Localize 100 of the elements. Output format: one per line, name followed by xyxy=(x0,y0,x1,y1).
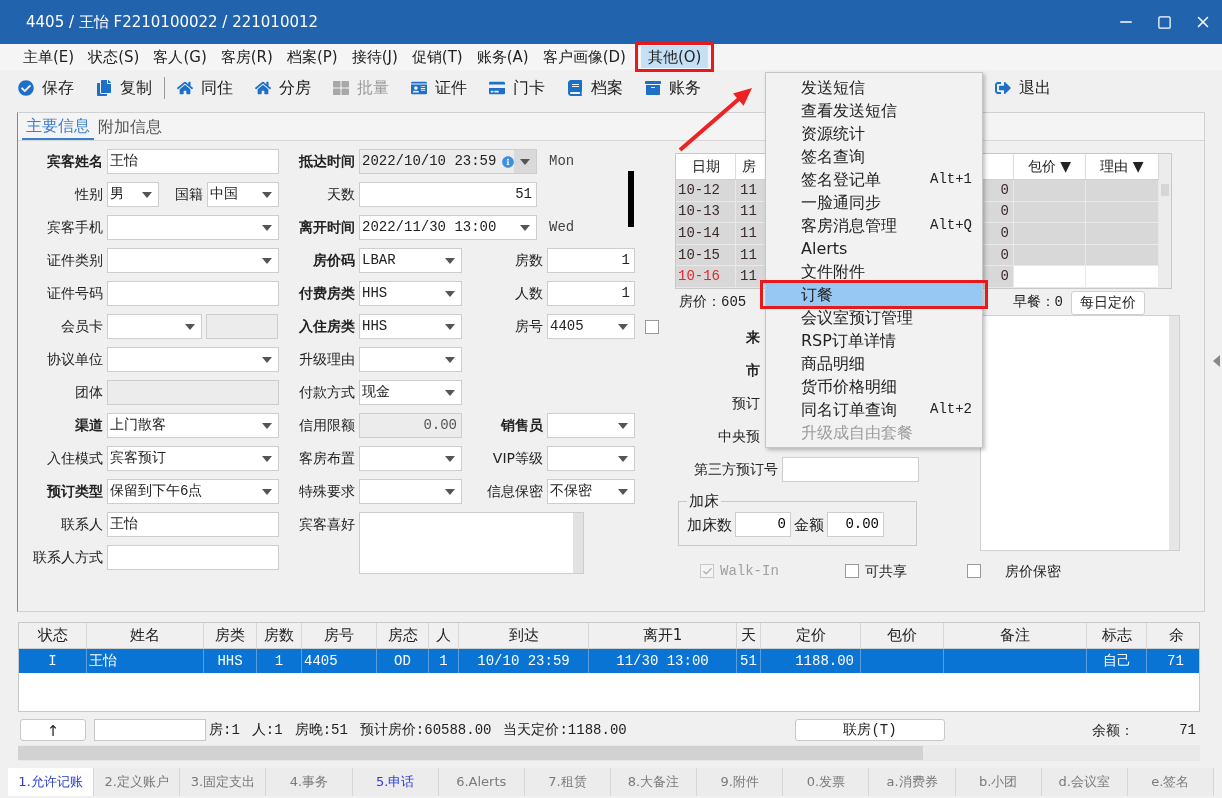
dropdown-field[interactable]: 保留到下午6点 xyxy=(107,479,279,504)
menu-item[interactable]: 客人(G) xyxy=(146,46,214,68)
column-header[interactable]: 姓名 xyxy=(87,623,204,648)
dropdown-field[interactable] xyxy=(359,347,462,372)
dropdown-field[interactable]: HHS xyxy=(359,314,462,339)
dropdown-field[interactable]: 现金 xyxy=(359,380,462,405)
toolbar-button[interactable]: 证件 xyxy=(411,76,467,100)
scrollbar[interactable] xyxy=(1159,154,1171,288)
tab[interactable]: 6.Alerts xyxy=(438,768,525,796)
input-field[interactable]: 1 xyxy=(547,281,635,306)
input-field[interactable]: 王怡 xyxy=(107,512,279,537)
dropdown-field[interactable] xyxy=(107,347,279,372)
menu-item[interactable]: RSP订单详情 xyxy=(766,329,982,352)
input-field[interactable] xyxy=(782,456,919,482)
input-field[interactable] xyxy=(107,545,279,570)
tab[interactable]: 主要信息 xyxy=(22,114,94,140)
checkbox[interactable] xyxy=(645,319,659,334)
menu-item[interactable]: 发送短信 xyxy=(766,76,982,99)
column-header[interactable]: 房态 xyxy=(377,623,429,648)
tab[interactable]: 0.发票 xyxy=(783,768,870,796)
menu-item[interactable]: 商品明细 xyxy=(766,352,982,375)
tab[interactable]: 8.大备注 xyxy=(611,768,698,796)
toolbar-button[interactable]: 门卡 xyxy=(489,76,545,100)
column-header[interactable]: 定价 xyxy=(761,623,861,648)
table-row[interactable]: I 王怡 HHS 1 4405 OD 1 10/10 23:59 11/30 13:00 51 1188.00 自己 71 xyxy=(19,649,1199,673)
tab[interactable]: 5.申话 xyxy=(352,768,439,796)
column-header[interactable]: 房类 xyxy=(204,623,257,648)
dropdown-field[interactable] xyxy=(107,314,202,339)
menu-item[interactable]: 档案(P) xyxy=(279,46,345,68)
column-header[interactable]: 房号 xyxy=(302,623,377,648)
tab[interactable]: 3.固定支出 xyxy=(180,768,267,796)
dropdown-field[interactable]: 4405 xyxy=(547,314,635,339)
menu-item[interactable]: 促销(T) xyxy=(404,46,470,68)
dropdown-field[interactable]: 男 xyxy=(107,182,159,207)
collapse-arrow-icon[interactable] xyxy=(1213,355,1220,367)
tab[interactable]: 9.附件 xyxy=(697,768,784,796)
toolbar-button[interactable]: 退出 xyxy=(995,76,1051,100)
toolbar-button[interactable]: 档案 xyxy=(567,76,623,100)
tab[interactable]: 4.事务 xyxy=(266,768,353,796)
toolbar-button[interactable]: 分房 xyxy=(255,76,311,100)
column-header[interactable]: 标志 xyxy=(1087,623,1147,648)
menu-item[interactable]: 接待(J) xyxy=(344,46,405,68)
tab[interactable]: 附加信息 xyxy=(94,114,166,140)
dropdown-field[interactable]: HHS xyxy=(359,281,462,306)
input-field[interactable]: 1 xyxy=(547,248,635,273)
input-field[interactable]: 51 xyxy=(359,182,537,207)
input-field[interactable]: 0.00 xyxy=(827,512,884,538)
menu-item[interactable]: 资源统计 xyxy=(766,122,982,145)
column-header[interactable]: 日期 xyxy=(676,154,736,179)
tab[interactable]: a.消费券 xyxy=(869,768,956,796)
dropdown-field[interactable]: 上门散客 xyxy=(107,413,279,438)
column-header[interactable]: 余 xyxy=(1147,623,1199,648)
input-field[interactable] xyxy=(107,281,279,306)
column-header[interactable]: 人 xyxy=(429,623,459,648)
menu-item[interactable]: 货币价格明细 xyxy=(766,375,982,398)
toolbar-button[interactable]: 同住 xyxy=(177,76,233,100)
dropdown-field[interactable] xyxy=(547,413,635,438)
tab[interactable]: 1.允许记账 xyxy=(8,768,95,796)
dropdown-field[interactable] xyxy=(547,446,635,471)
dropdown-field[interactable] xyxy=(359,479,462,504)
menu-item[interactable]: 客房(R) xyxy=(213,46,280,68)
maximize-icon[interactable] xyxy=(1157,14,1172,30)
tab[interactable]: 7.租赁 xyxy=(524,768,611,796)
menu-item[interactable]: 其他(O) xyxy=(640,46,709,68)
daily-rate-button[interactable]: 每日定价 xyxy=(1071,290,1145,315)
dropdown-field[interactable]: 不保密 xyxy=(547,479,635,504)
scrollbar[interactable] xyxy=(18,745,1200,761)
menu-item[interactable]: 查看发送短信 xyxy=(766,99,982,122)
tab[interactable]: 2.定义账户 xyxy=(94,768,181,796)
menu-item[interactable]: 客户画像(D) xyxy=(535,46,633,68)
column-header[interactable]: 到达 xyxy=(459,623,589,648)
checkbox[interactable] xyxy=(967,564,981,579)
tab[interactable]: d.会议室 xyxy=(1041,768,1128,796)
column-header[interactable]: 离开1 xyxy=(589,623,737,648)
text-area[interactable] xyxy=(980,314,1180,551)
menu-item[interactable]: 主单(E) xyxy=(16,46,82,68)
menu-item[interactable]: 账务(A) xyxy=(469,46,536,68)
dropdown-field[interactable] xyxy=(359,446,462,471)
tab[interactable]: b.小团 xyxy=(955,768,1042,796)
column-header[interactable]: 状态 xyxy=(19,623,87,648)
menu-item[interactable]: 签名查询 xyxy=(766,145,982,168)
column-header[interactable]: 包价 xyxy=(861,623,944,648)
toolbar-button[interactable]: 复制 xyxy=(96,76,152,100)
scrollbar[interactable] xyxy=(1169,315,1179,550)
toolbar-button[interactable]: 账务 xyxy=(645,76,701,100)
input-field[interactable] xyxy=(94,719,206,741)
menu-item[interactable]: 会议室预订管理 xyxy=(766,306,982,329)
tab[interactable]: e.签名 xyxy=(1127,768,1214,796)
checkbox[interactable] xyxy=(845,564,859,579)
input-field[interactable]: 0 xyxy=(735,512,791,538)
menu-item[interactable]: 订餐 xyxy=(766,283,982,306)
menu-item[interactable]: 状态(S) xyxy=(81,46,147,68)
dropdown-field[interactable] xyxy=(107,215,279,240)
up-button[interactable]: ↑ xyxy=(20,719,86,741)
date-field[interactable]: 2022/11/30 13:00 xyxy=(359,215,537,240)
text-area[interactable] xyxy=(359,512,584,574)
dropdown-field[interactable]: 中国 xyxy=(207,182,279,207)
column-header[interactable]: 天 xyxy=(737,623,761,648)
column-header[interactable]: 备注 xyxy=(944,623,1087,648)
column-header[interactable]: 包价 ▼ xyxy=(1014,154,1086,179)
